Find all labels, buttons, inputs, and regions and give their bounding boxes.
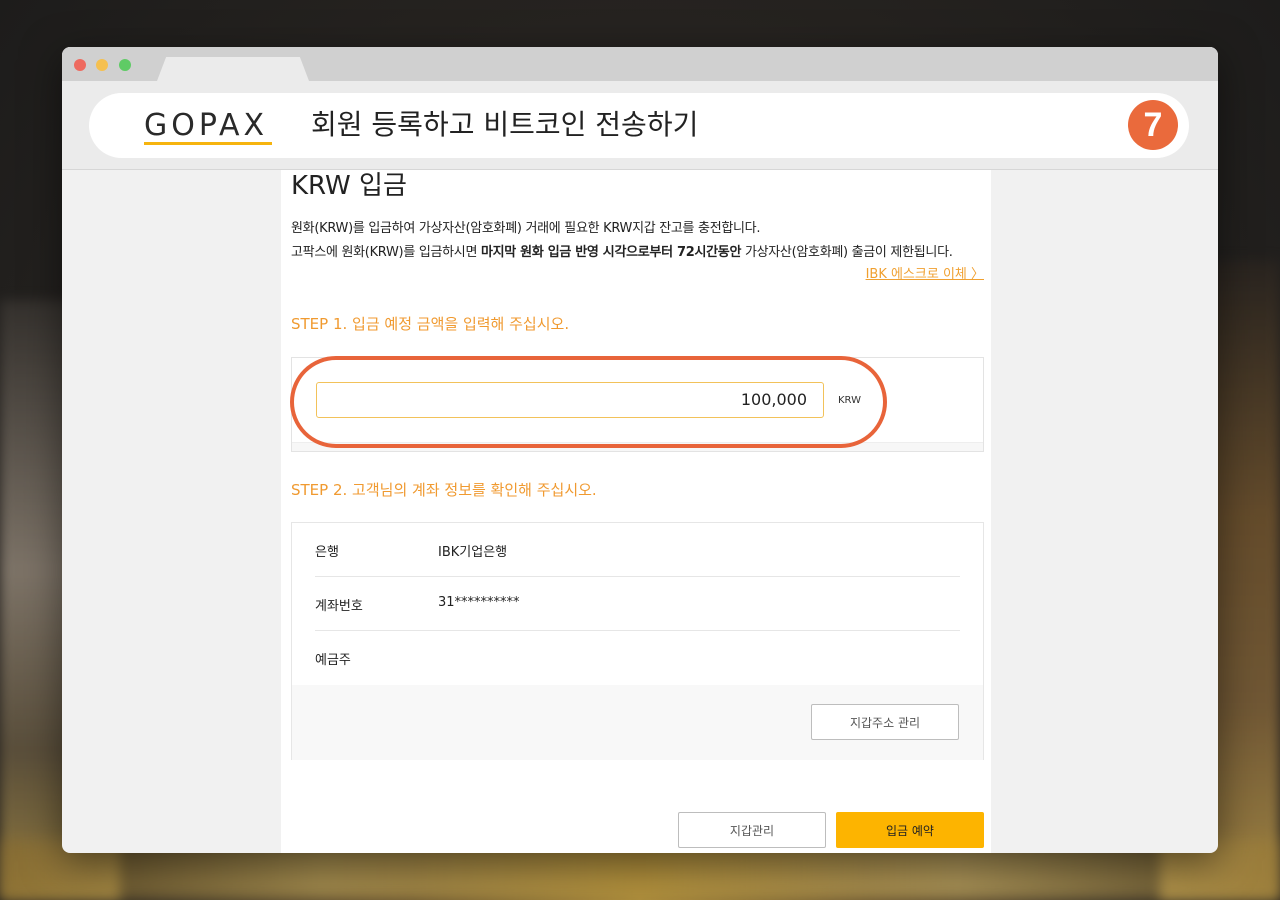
logo-underline — [144, 142, 272, 145]
page-title: KRW 입금 — [291, 171, 407, 201]
browser-window: GOPAX 회원 등록하고 비트코인 전송하기 7 KRW 입금 원화(KRW)… — [62, 47, 1218, 853]
row-label: 계좌번호 — [315, 599, 363, 614]
deposit-reserve-button[interactable]: 입금 예약 — [836, 812, 984, 848]
header-area: GOPAX 회원 등록하고 비트코인 전송하기 7 — [62, 81, 1218, 170]
description-line-2-pre: 고팍스에 원화(KRW)를 입금하시면 — [291, 245, 481, 260]
row-value: IBK기업은행 — [438, 545, 508, 560]
header-banner: GOPAX 회원 등록하고 비트코인 전송하기 7 — [89, 93, 1189, 158]
row-label: 예금주 — [315, 653, 351, 668]
window-titlebar — [62, 47, 1218, 81]
account-row-number: 계좌번호 31********** — [315, 577, 960, 631]
step-number-badge: 7 — [1128, 100, 1178, 150]
description-line-1: 원화(KRW)를 입금하여 가상자산(암호화폐) 거래에 필요한 KRW지갑 잔… — [291, 221, 761, 236]
step2-heading: STEP 2. 고객님의 계좌 정보를 확인해 주십시오. — [291, 481, 597, 499]
description-line-2: 고팍스에 원화(KRW)를 입금하시면 마지막 원화 입금 반영 시각으로부터 … — [291, 244, 953, 262]
description-line-2-post: 가상자산(암호화폐) 출금이 제한됩니다. — [741, 245, 953, 260]
wallet-address-manage-button[interactable]: 지갑주소 관리 — [811, 704, 959, 740]
header-title: 회원 등록하고 비트코인 전송하기 — [311, 108, 699, 141]
account-box-footer: 지갑주소 관리 — [292, 685, 983, 760]
row-value: 31********** — [438, 595, 520, 610]
ibk-escrow-link[interactable]: IBK 에스크로 이체 〉 — [866, 266, 984, 284]
minimize-window-dot[interactable] — [96, 59, 108, 71]
wallet-manage-button[interactable]: 지갑관리 — [678, 812, 826, 848]
description-line-2-bold: 마지막 원화 입금 반영 시각으로부터 72시간동안 — [480, 245, 742, 260]
maximize-window-dot[interactable] — [119, 59, 131, 71]
step1-heading: STEP 1. 입금 예정 금액을 입력해 주십시오. — [291, 315, 570, 333]
amount-highlight-ring — [290, 356, 887, 448]
account-info-box: 은행 IBK기업은행 계좌번호 31********** 예금주 지갑주소 관리 — [291, 522, 984, 760]
deposit-panel: KRW 입금 원화(KRW)를 입금하여 가상자산(암호화폐) 거래에 필요한 … — [281, 170, 991, 853]
account-row-bank: 은행 IBK기업은행 — [315, 523, 960, 577]
close-window-dot[interactable] — [74, 59, 86, 71]
gopax-logo: GOPAX — [144, 108, 284, 148]
logo-text: GOPAX — [144, 108, 269, 143]
row-label: 은행 — [315, 545, 339, 560]
browser-tab[interactable] — [157, 57, 309, 81]
account-row-holder: 예금주 — [315, 631, 960, 685]
